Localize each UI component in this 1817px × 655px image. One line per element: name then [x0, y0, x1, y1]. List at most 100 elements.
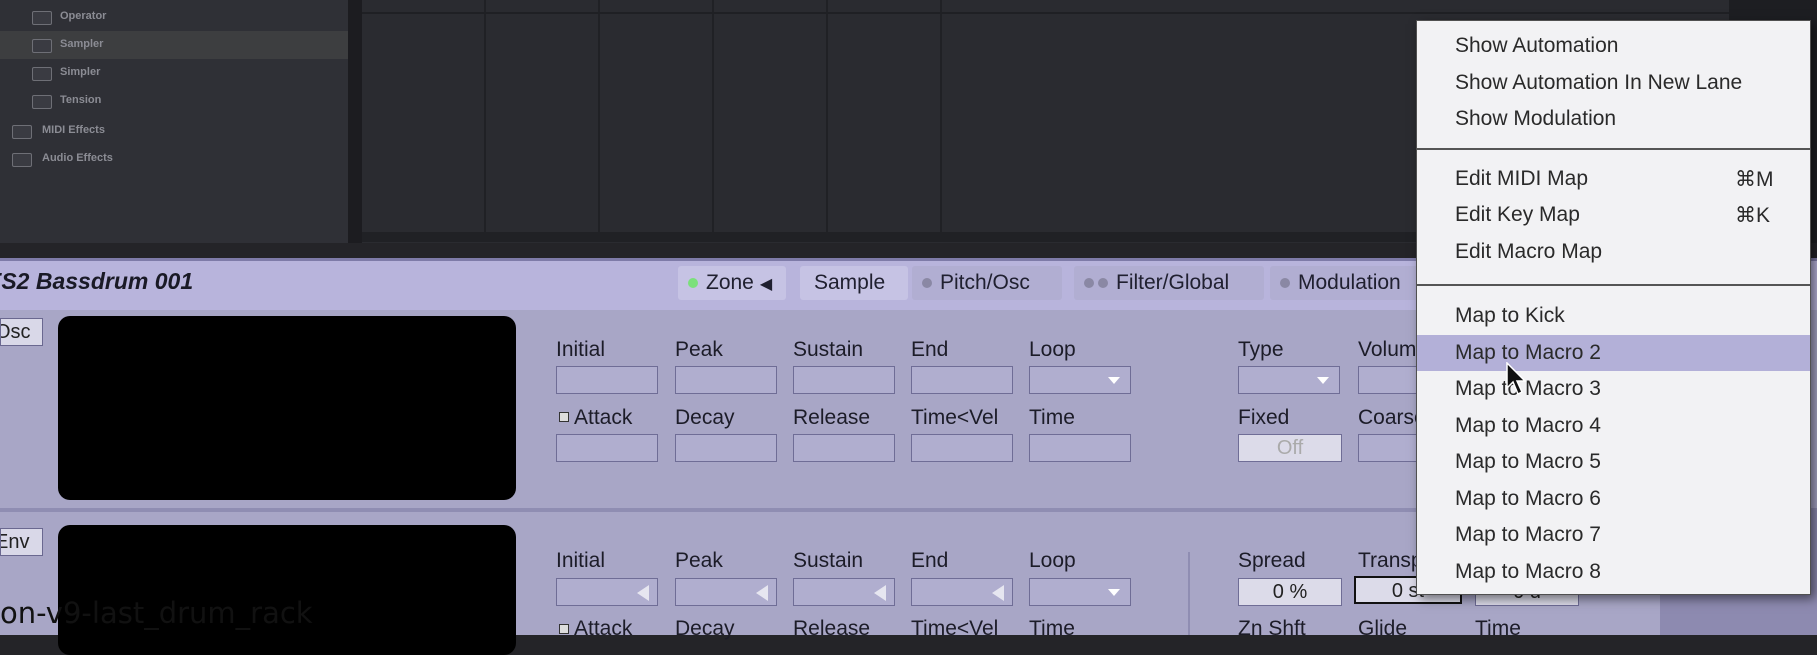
param-label: Time — [1029, 406, 1075, 429]
device-icon — [32, 95, 52, 109]
menu-separator — [1417, 148, 1810, 150]
param-label: Sustain — [793, 549, 864, 572]
browser-item-tension[interactable]: Tension — [0, 87, 348, 115]
param-label: Sustain — [793, 338, 864, 361]
param-label: Time<Vel — [911, 406, 999, 429]
initial-slider[interactable] — [556, 578, 658, 606]
menu-item-edit-key-map[interactable]: Edit Key Map ⌘K — [1417, 197, 1810, 233]
tab-pitch-osc[interactable]: Pitch/Osc — [912, 266, 1062, 300]
context-menu: Show Automation Show Automation In New L… — [1416, 20, 1811, 595]
param-label: Initial — [556, 338, 606, 361]
menu-item-show-automation[interactable]: Show Automation — [1417, 28, 1810, 64]
param-label: Peak — [675, 338, 723, 361]
menu-item-map-to-macro-6[interactable]: Map to Macro 6 — [1417, 481, 1810, 517]
video-caption: on-v9-last_drum_rack — [0, 596, 313, 630]
decay-field[interactable] — [675, 434, 777, 462]
grid-line — [826, 0, 828, 232]
type-dropdown[interactable] — [1238, 366, 1340, 394]
sustain-slider[interactable] — [793, 578, 895, 606]
end-slider[interactable] — [911, 578, 1013, 606]
spread-field[interactable]: 0 % — [1238, 578, 1342, 606]
peak-slider[interactable] — [675, 578, 777, 606]
zone-shift-label: Zn Shft — [1238, 617, 1306, 640]
browser-item-simpler[interactable]: Simpler — [0, 59, 348, 87]
menu-separator — [1417, 284, 1810, 286]
envelope-display — [58, 525, 516, 655]
oscillator-display — [58, 316, 516, 500]
attack-checkbox[interactable] — [559, 624, 569, 634]
tab-zone[interactable]: Zone ◀ — [678, 266, 786, 300]
tab-label: Modulation — [1298, 271, 1401, 294]
fixed-toggle[interactable]: Off — [1238, 434, 1342, 462]
attack-checkbox[interactable] — [559, 412, 569, 422]
attack-field[interactable] — [556, 434, 658, 462]
menu-item-map-to-kick[interactable]: Map to Kick — [1417, 298, 1810, 334]
menu-item-label: Edit Macro Map — [1455, 240, 1603, 263]
type-label: Type — [1238, 338, 1284, 361]
browser-item-sampler[interactable]: Sampler — [0, 31, 348, 59]
led-icon — [1280, 278, 1290, 289]
osc-button[interactable]: Osc — [0, 318, 43, 346]
browser-item-label: Simpler — [60, 66, 101, 78]
param-label: Loop — [1029, 549, 1076, 572]
menu-item-label: Map to Macro 8 — [1455, 560, 1601, 583]
release-field[interactable] — [793, 434, 895, 462]
end-field[interactable] — [911, 366, 1013, 394]
menu-item-edit-midi-map[interactable]: Edit MIDI Map ⌘M — [1417, 161, 1810, 197]
param-label: Release — [793, 617, 871, 640]
param-label: Loop — [1029, 338, 1076, 361]
param-label: End — [911, 549, 949, 572]
tab-label: Sample — [814, 271, 886, 294]
menu-item-map-to-macro-4[interactable]: Map to Macro 4 — [1417, 408, 1810, 444]
menu-item-label: Map to Macro 7 — [1455, 523, 1601, 546]
tab-sample[interactable]: Sample — [800, 266, 908, 300]
arrangement-ruler-line — [362, 12, 1729, 14]
device-icon — [32, 67, 52, 81]
menu-item-map-to-macro-7[interactable]: Map to Macro 7 — [1417, 517, 1810, 553]
led-icon — [1084, 278, 1094, 289]
menu-item-label: Show Automation — [1455, 34, 1619, 57]
param-label: Time — [1029, 617, 1075, 640]
panel-divider[interactable] — [348, 0, 362, 243]
loop-dropdown[interactable] — [1029, 366, 1131, 394]
shortcut-label: ⌘M — [1735, 168, 1774, 191]
menu-item-map-to-macro-5[interactable]: Map to Macro 5 — [1417, 444, 1810, 480]
menu-item-label: Map to Macro 5 — [1455, 450, 1601, 473]
menu-item-map-to-macro-8[interactable]: Map to Macro 8 — [1417, 554, 1810, 590]
menu-item-edit-macro-map[interactable]: Edit Macro Map — [1417, 234, 1810, 270]
param-label: Decay — [675, 406, 735, 429]
tab-modulation[interactable]: Modulation — [1270, 266, 1420, 300]
browser-item-midi-effects[interactable]: MIDI Effects — [0, 117, 348, 145]
menu-item-label: Edit MIDI Map — [1455, 167, 1589, 190]
led-icon — [1098, 278, 1108, 289]
browser-item-label: Operator — [60, 10, 107, 22]
browser-item-label: Tension — [60, 94, 102, 106]
sustain-field[interactable] — [793, 366, 895, 394]
tab-label: Pitch/Osc — [940, 271, 1030, 294]
fixed-label: Fixed — [1238, 406, 1290, 429]
triangle-left-icon: ◀ — [759, 276, 773, 293]
loop-dropdown[interactable] — [1029, 578, 1131, 606]
peak-field[interactable] — [675, 366, 777, 394]
time-label: Time — [1475, 617, 1521, 640]
browser-item-operator[interactable]: Operator — [0, 3, 348, 31]
menu-item-show-automation-new-lane[interactable]: Show Automation In New Lane — [1417, 65, 1810, 101]
section-divider — [1188, 552, 1190, 635]
menu-item-map-to-macro-3[interactable]: Map to Macro 3 — [1417, 371, 1810, 407]
menu-item-label: Map to Macro 4 — [1455, 414, 1601, 437]
initial-field[interactable] — [556, 366, 658, 394]
menu-item-label: Show Automation In New Lane — [1455, 71, 1743, 94]
param-label: Decay — [675, 617, 735, 640]
device-icon — [32, 39, 52, 53]
menu-item-show-modulation[interactable]: Show Modulation — [1417, 101, 1810, 137]
time-vel-field[interactable] — [911, 434, 1013, 462]
led-icon — [922, 278, 932, 289]
menu-item-label: Show Modulation — [1455, 107, 1617, 130]
browser-item-audio-effects[interactable]: Audio Effects — [0, 145, 348, 173]
env-button[interactable]: Env — [0, 528, 43, 556]
menu-item-map-to-macro-2[interactable]: Map to Macro 2 — [1417, 335, 1810, 371]
folder-icon — [12, 125, 32, 139]
menu-item-label: Map to Kick — [1455, 304, 1565, 327]
tab-filter-global[interactable]: Filter/Global — [1074, 266, 1264, 300]
time-field[interactable] — [1029, 434, 1131, 462]
